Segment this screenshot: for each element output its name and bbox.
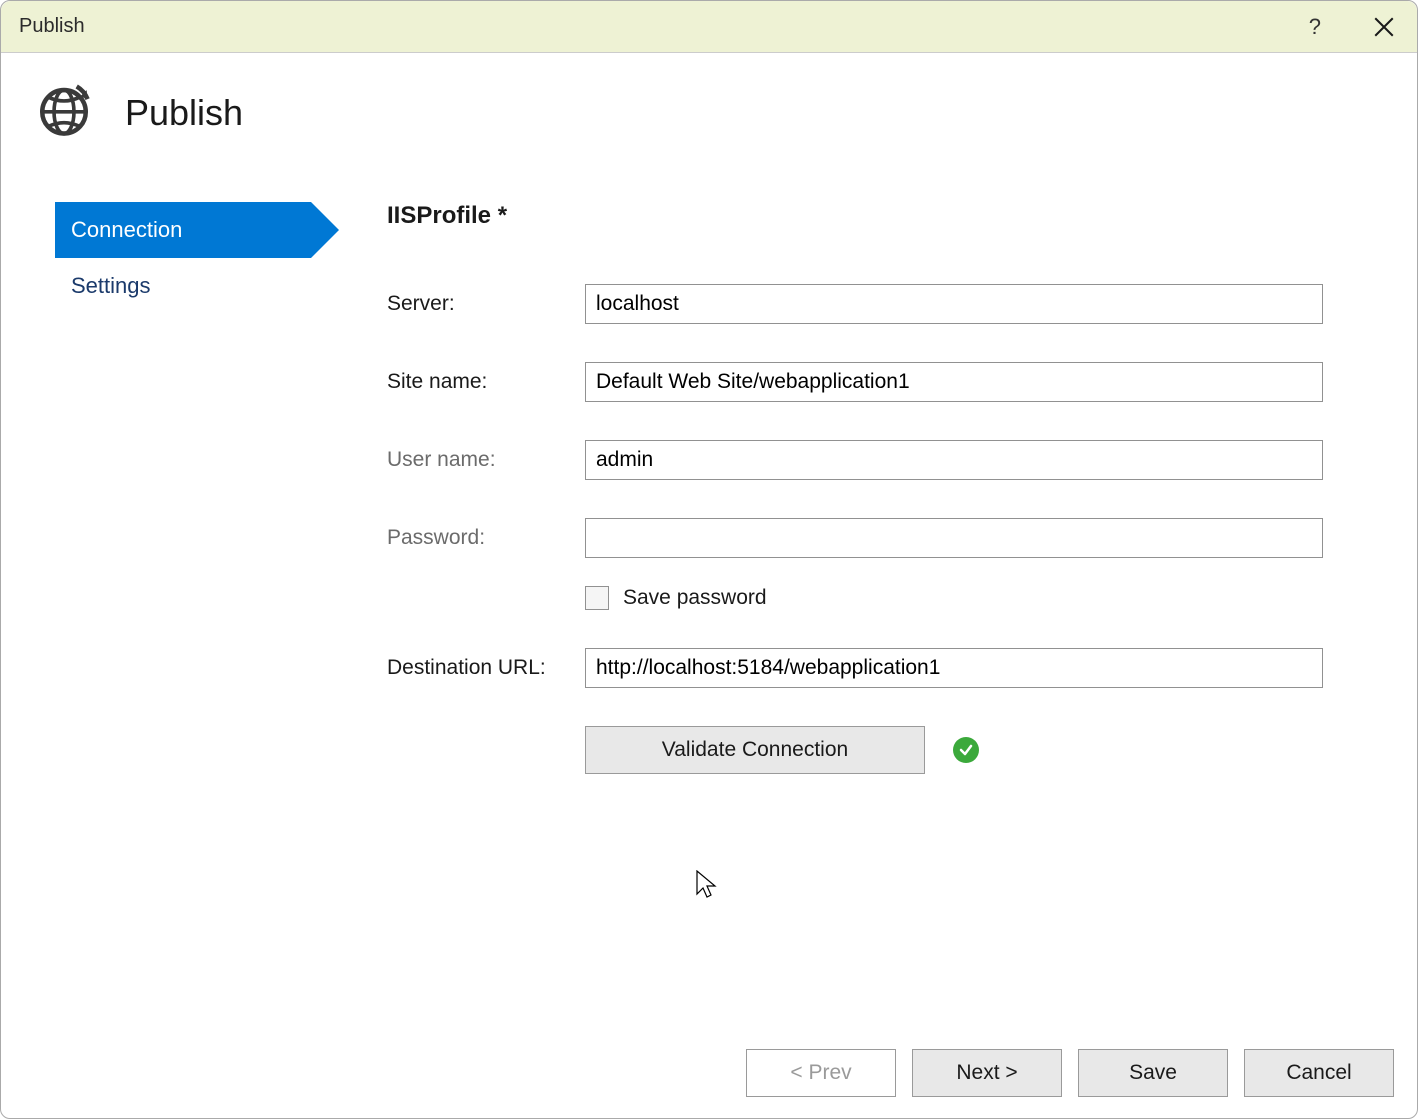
username-row: User name: bbox=[387, 440, 1357, 480]
sidebar-item-label: Settings bbox=[71, 273, 151, 299]
sidebar-item-settings[interactable]: Settings bbox=[55, 258, 311, 314]
save-password-label: Save password bbox=[623, 586, 767, 610]
prev-button[interactable]: < Prev bbox=[746, 1049, 896, 1097]
server-label: Server: bbox=[387, 292, 585, 316]
sitename-input[interactable] bbox=[585, 362, 1323, 402]
cursor-icon bbox=[696, 870, 718, 900]
form-panel: IISProfile * Server: Site name: User nam… bbox=[331, 202, 1417, 774]
help-icon[interactable]: ? bbox=[1309, 14, 1321, 40]
server-row: Server: bbox=[387, 284, 1357, 324]
server-input[interactable] bbox=[585, 284, 1323, 324]
header: Publish bbox=[1, 53, 1417, 144]
sitename-label: Site name: bbox=[387, 370, 585, 394]
main-content: Connection Settings IISProfile * Server:… bbox=[1, 144, 1417, 774]
profile-title: IISProfile * bbox=[387, 202, 1357, 230]
page-title: Publish bbox=[125, 92, 243, 134]
destination-input[interactable] bbox=[585, 648, 1323, 688]
password-row: Password: bbox=[387, 518, 1357, 558]
sidebar-item-connection[interactable]: Connection bbox=[55, 202, 311, 258]
destination-label: Destination URL: bbox=[387, 656, 585, 680]
sidebar: Connection Settings bbox=[1, 202, 331, 774]
sitename-row: Site name: bbox=[387, 362, 1357, 402]
username-label: User name: bbox=[387, 448, 585, 472]
check-success-icon bbox=[953, 737, 979, 763]
publish-globe-icon bbox=[35, 81, 93, 144]
username-input[interactable] bbox=[585, 440, 1323, 480]
password-label: Password: bbox=[387, 526, 585, 550]
password-input[interactable] bbox=[585, 518, 1323, 558]
save-password-checkbox[interactable] bbox=[585, 586, 609, 610]
next-button[interactable]: Next > bbox=[912, 1049, 1062, 1097]
destination-row: Destination URL: bbox=[387, 648, 1357, 688]
close-icon[interactable] bbox=[1369, 12, 1399, 42]
save-password-row: Save password bbox=[585, 586, 1357, 610]
window-title: Publish bbox=[19, 15, 85, 38]
sidebar-item-label: Connection bbox=[71, 217, 182, 243]
titlebar-controls: ? bbox=[1309, 12, 1399, 42]
save-button[interactable]: Save bbox=[1078, 1049, 1228, 1097]
validate-connection-button[interactable]: Validate Connection bbox=[585, 726, 925, 774]
titlebar: Publish ? bbox=[1, 1, 1417, 53]
footer-buttons: < Prev Next > Save Cancel bbox=[746, 1049, 1394, 1097]
validate-row: Validate Connection bbox=[585, 726, 1357, 774]
cancel-button[interactable]: Cancel bbox=[1244, 1049, 1394, 1097]
